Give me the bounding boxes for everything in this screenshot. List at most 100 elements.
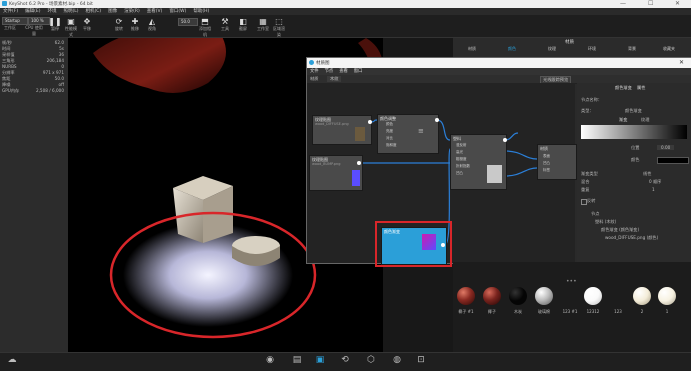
keyshotvr-icon[interactable]: ⬡ <box>364 355 378 365</box>
tree-item[interactable]: wood_DIFFUSE.png (颜色) <box>605 235 658 241</box>
menu-render[interactable]: 渲染(R) <box>124 9 140 14</box>
material-graph-icon[interactable]: ▣ <box>313 355 327 365</box>
animation-icon[interactable]: ⟲ <box>338 355 352 365</box>
studio-button[interactable]: ▦ 工作室 <box>256 17 270 32</box>
minimize-button[interactable]: — <box>620 0 626 7</box>
node-graph-canvas[interactable]: 纹理贴图 wood_DIFFUSE.png 颜色调整 颜色 亮度 对比 饱和度 … <box>307 83 577 267</box>
graph-menu-file[interactable]: 文件 <box>310 69 319 74</box>
region-icon: ⬚ <box>275 17 283 26</box>
material-name: 123 <box>614 309 622 314</box>
menu-image[interactable]: 图像 <box>108 9 117 14</box>
material-swatch[interactable] <box>535 287 553 305</box>
library-icon[interactable]: ◉ <box>263 355 277 365</box>
tab-colors[interactable]: 颜色 <box>508 46 516 52</box>
cpu-usage-button[interactable]: CPU 使用量 <box>24 25 44 37</box>
close-button[interactable]: ✕ <box>675 0 680 7</box>
port-label: 凹凸 <box>543 161 550 165</box>
material-swatch[interactable] <box>457 287 475 305</box>
scene-icon: ⬒ <box>201 17 209 26</box>
graph-menu-node[interactable]: 节点 <box>325 69 334 74</box>
interp-value[interactable]: 线性 <box>643 171 651 177</box>
add-camera-button[interactable]: ⬒ 添加相机 <box>198 17 212 38</box>
material-name: 2 <box>640 309 644 314</box>
graph-menu-window[interactable]: 窗口 <box>354 69 363 74</box>
port-label: 颜色 <box>386 122 393 126</box>
node-plastic[interactable]: 塑料 漫反射 高光 粗糙度 折射指数 凹凸 <box>450 134 507 190</box>
menu-window[interactable]: 窗口(W) <box>169 9 186 14</box>
tools-button[interactable]: ⚒ 工具 <box>218 17 232 32</box>
type-value: 颜色渐变 <box>625 108 642 113</box>
material-swatch[interactable] <box>584 287 602 305</box>
tab-materials[interactable]: 材质 <box>468 46 476 52</box>
maximize-button[interactable]: ☐ <box>648 0 653 7</box>
menu-help[interactable]: 帮助(H) <box>193 9 209 14</box>
tab-favorites[interactable]: 收藏夹 <box>663 46 675 52</box>
tab-backplates[interactable]: 背景 <box>628 46 636 52</box>
workspace-button[interactable]: 工作区 <box>3 25 17 31</box>
info-value: 971 x 971 <box>42 70 64 75</box>
pan-button[interactable]: ✥ 平移 <box>80 17 94 32</box>
output-port[interactable] <box>357 161 361 165</box>
menu-lighting[interactable]: 照明(L) <box>63 9 78 14</box>
cloud-library-icon[interactable]: ☁ <box>5 355 19 365</box>
repeat-value[interactable]: 1 <box>652 187 655 192</box>
info-row: GPU内存 <box>2 88 20 93</box>
highlight-box <box>375 221 452 267</box>
render-icon[interactable]: ◍ <box>390 355 404 365</box>
graph-close-button[interactable]: ✕ <box>679 59 684 66</box>
subtab-texture[interactable]: 纹理 <box>641 117 649 123</box>
color-swatch[interactable] <box>657 157 689 164</box>
menu-edit[interactable]: 编辑(E) <box>25 9 40 14</box>
translate-icon: ✥ <box>83 17 91 26</box>
workspace-select[interactable]: Startup <box>2 17 28 25</box>
props-tab-attributes[interactable]: 属性 <box>637 85 645 91</box>
dolly-button[interactable]: ✚ 推移 <box>128 17 142 32</box>
library-title: 材质 <box>565 40 574 45</box>
project-icon[interactable]: ▤ <box>290 355 304 365</box>
tree-item[interactable]: 塑料 (木纹) <box>595 219 616 225</box>
node-color-adjust[interactable]: 颜色调整 颜色 亮度 对比 饱和度 ≡ <box>377 114 439 154</box>
node-material-output[interactable]: 材质 表面 凹凸 标签 <box>537 144 577 180</box>
pause-button[interactable]: ❚❚ 暂停 <box>48 17 62 32</box>
material-select[interactable]: 木纹 <box>327 76 342 82</box>
position-value[interactable]: 0.00 <box>657 145 675 150</box>
port-label: 饱和度 <box>386 143 397 147</box>
cpu-select[interactable]: 100 % <box>28 17 50 25</box>
port-label: 对比 <box>386 136 393 140</box>
gradient-editor-bar[interactable] <box>581 125 687 139</box>
output-port[interactable] <box>435 118 439 122</box>
graph-menu-view[interactable]: 查看 <box>339 69 348 74</box>
output-port[interactable] <box>503 138 507 142</box>
node-subtitle: wood_BUMP.png <box>312 162 341 166</box>
material-graph-window: 材质图 ✕ 文件 节点 查看 窗口 材质 木纹 光线跟踪预览 纹理贴图 wood_DI… <box>306 57 691 267</box>
tab-textures[interactable]: 纹理 <box>548 46 556 52</box>
info-value: 0 <box>61 64 64 69</box>
material-swatch[interactable] <box>509 287 527 305</box>
tree-item[interactable]: 颜色渐变 (颜色渐变) <box>601 227 639 233</box>
invert-checkbox[interactable] <box>581 199 587 205</box>
tab-environments[interactable]: 环境 <box>588 46 596 52</box>
menu-environment[interactable]: 环境 <box>47 9 56 14</box>
screenshot-icon[interactable]: ⊡ <box>414 355 428 365</box>
material-swatch[interactable] <box>483 287 501 305</box>
rotate-button[interactable]: ⟳ 旋转 <box>112 17 126 32</box>
port-label: 高光 <box>456 150 463 154</box>
window-title: KeyShot 6.2 Pro - 场景素材.bip - 64 bit <box>9 2 93 7</box>
props-tab-gradient[interactable]: 颜色渐变 <box>615 85 632 91</box>
output-port[interactable] <box>368 120 372 124</box>
info-row: NURBS <box>2 64 17 69</box>
material-swatch[interactable] <box>658 287 676 305</box>
menu-camera[interactable]: 相机(C) <box>86 9 102 14</box>
screenshot-button[interactable]: ◧ 截屏 <box>236 17 250 32</box>
blend-value[interactable]: 0 顺序 <box>649 179 661 185</box>
node-texture-bump[interactable]: 纹理贴图 wood_BUMP.png <box>309 155 363 191</box>
region-render-button[interactable]: ⬚ 区域渲染 <box>272 17 286 38</box>
menu-view[interactable]: 查看(V) <box>147 9 163 14</box>
performance-mode-button[interactable]: ▣ 性能模式 <box>64 17 78 38</box>
node-texture-diffuse[interactable]: 纹理贴图 wood_DIFFUSE.png <box>312 115 372 145</box>
fov-button[interactable]: ◭ 视角 <box>145 17 159 32</box>
fov-value-field[interactable]: 50.0 <box>178 18 198 26</box>
subtab-gradient[interactable]: 渐变 <box>619 117 627 123</box>
menu-file[interactable]: 文件(F) <box>3 9 18 14</box>
material-swatch[interactable] <box>633 287 651 305</box>
